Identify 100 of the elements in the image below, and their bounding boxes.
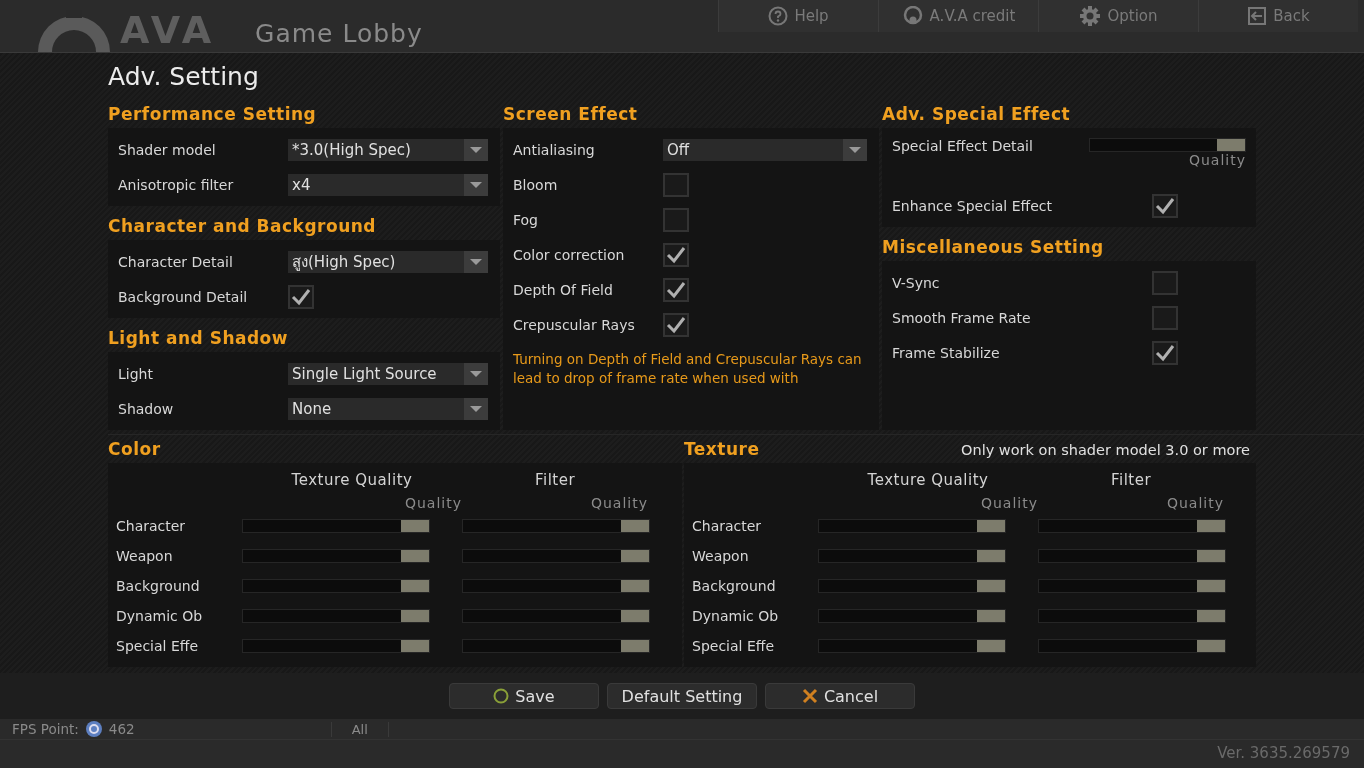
section-heading: Texture <box>684 438 760 461</box>
caret-icon <box>464 397 488 420</box>
emblem-icon <box>901 6 924 26</box>
setting-label: Special Effe <box>116 638 199 654</box>
setting-label: Weapon <box>692 548 750 564</box>
column-heading: Texture Quality <box>290 470 414 491</box>
caret-icon <box>464 250 488 273</box>
slider-thumb[interactable] <box>977 610 1005 622</box>
version-label: Ver. 3635.269579 <box>1217 744 1350 762</box>
caret-icon <box>464 138 488 161</box>
action-button[interactable]: Default Setting <box>607 683 757 709</box>
slider-thumb[interactable] <box>977 640 1005 652</box>
setting-label: Character <box>116 518 187 534</box>
checkbox[interactable] <box>663 172 689 197</box>
info-note: Only work on shader model 3.0 or more <box>961 442 1250 458</box>
slider-thumb[interactable] <box>621 610 649 622</box>
slider-thumb[interactable] <box>977 520 1005 532</box>
exit-icon <box>1247 6 1268 26</box>
slider-thumb[interactable] <box>977 580 1005 592</box>
slider-thumb[interactable] <box>1197 520 1225 532</box>
setting-label: Bloom <box>513 176 559 193</box>
settings-icon <box>1079 5 1102 27</box>
setting-label: Dynamic Ob <box>692 608 780 624</box>
slider-thumb[interactable] <box>1197 550 1225 562</box>
setting-label: Depth Of Field <box>513 281 614 298</box>
slider-thumb[interactable] <box>621 550 649 562</box>
dropdown[interactable]: Single Light Source <box>288 362 488 385</box>
caret-icon <box>464 173 488 196</box>
setting-label: Background <box>692 578 777 594</box>
scale-label: Quality <box>979 495 1038 511</box>
section-heading: Color <box>108 438 161 461</box>
slider-thumb[interactable] <box>621 520 649 532</box>
scale-label: Quality <box>589 495 648 511</box>
setting-label: Character Detail <box>118 253 234 270</box>
setting-label: Background <box>116 578 201 594</box>
close-icon <box>801 688 818 704</box>
slider-thumb[interactable] <box>1197 640 1225 652</box>
section-heading: Miscellaneous Setting <box>882 236 1105 259</box>
checkbox[interactable] <box>1152 340 1178 365</box>
slider-thumb[interactable] <box>1197 580 1225 592</box>
setting-label: Smooth Frame Rate <box>892 309 1032 326</box>
setting-label: Enhance Special Effect <box>892 197 1053 214</box>
slider-thumb[interactable] <box>977 550 1005 562</box>
slider-thumb[interactable] <box>401 580 429 592</box>
scale-label: Quality <box>403 495 462 511</box>
slider-thumb[interactable] <box>401 640 429 652</box>
section-heading: Screen Effect <box>503 103 639 126</box>
fps-value: 462 <box>108 721 135 737</box>
setting-label: Frame Stabilize <box>892 344 1001 361</box>
setting-label: Dynamic Ob <box>116 608 204 624</box>
checkbox[interactable] <box>288 284 314 309</box>
setting-label: V-Sync <box>892 274 941 291</box>
dropdown[interactable]: *3.0(High Spec) <box>288 138 488 161</box>
dropdown[interactable]: None <box>288 397 488 420</box>
checkbox[interactable] <box>1152 270 1178 295</box>
setting-label: Antialiasing <box>513 141 596 158</box>
channel-tab[interactable]: All <box>330 721 389 737</box>
section-heading: Performance Setting <box>108 103 318 126</box>
setting-label: Anisotropic filter <box>118 176 235 193</box>
scale-label: Quality <box>1188 152 1246 168</box>
setting-label: Shadow <box>118 400 175 417</box>
caret-icon <box>843 138 867 161</box>
slider-thumb[interactable] <box>401 550 429 562</box>
setting-label: Shader model <box>118 141 217 158</box>
warning-note: Turning on Depth of Field and Crepuscular Rays can lead to drop of frame rate when used with <box>513 350 863 388</box>
setting-label: Weapon <box>116 548 174 564</box>
page-title: Adv. Setting <box>108 62 259 91</box>
checkbox[interactable] <box>663 207 689 232</box>
section-heading: Light and Shadow <box>108 327 289 350</box>
column-heading: Filter <box>533 470 577 491</box>
section-heading: Character and Background <box>108 215 378 238</box>
checkbox[interactable] <box>663 312 689 337</box>
dropdown[interactable]: สูง(High Spec) <box>288 250 488 273</box>
slider-thumb[interactable] <box>401 610 429 622</box>
slider-thumb[interactable] <box>1197 610 1225 622</box>
setting-label: Crepuscular Rays <box>513 316 636 333</box>
action-button[interactable]: Cancel <box>765 683 915 709</box>
checkbox[interactable] <box>1152 305 1178 330</box>
setting-label: Background Detail <box>118 288 249 305</box>
setting-label: Special Effect Detail <box>892 138 1034 154</box>
setting-label: Color correction <box>513 246 626 263</box>
caret-icon <box>464 362 488 385</box>
column-heading: Texture Quality <box>866 470 990 491</box>
dropdown[interactable]: x4 <box>288 173 488 196</box>
fps-label: FPS Point: <box>12 721 79 737</box>
slider-thumb[interactable] <box>1217 139 1245 151</box>
coin-icon <box>84 720 103 738</box>
slider-thumb[interactable] <box>621 580 649 592</box>
dropdown[interactable]: Off <box>663 138 867 161</box>
checkbox[interactable] <box>663 277 689 302</box>
slider-thumb[interactable] <box>621 640 649 652</box>
column-heading: Filter <box>1109 470 1153 491</box>
checkbox[interactable] <box>663 242 689 267</box>
circle-icon <box>493 688 510 704</box>
help-icon <box>768 6 789 26</box>
setting-label: Light <box>118 365 154 382</box>
action-button[interactable]: Save <box>449 683 599 709</box>
section-heading: Adv. Special Effect <box>882 103 1072 126</box>
slider-thumb[interactable] <box>401 520 429 532</box>
checkbox[interactable] <box>1152 193 1178 218</box>
